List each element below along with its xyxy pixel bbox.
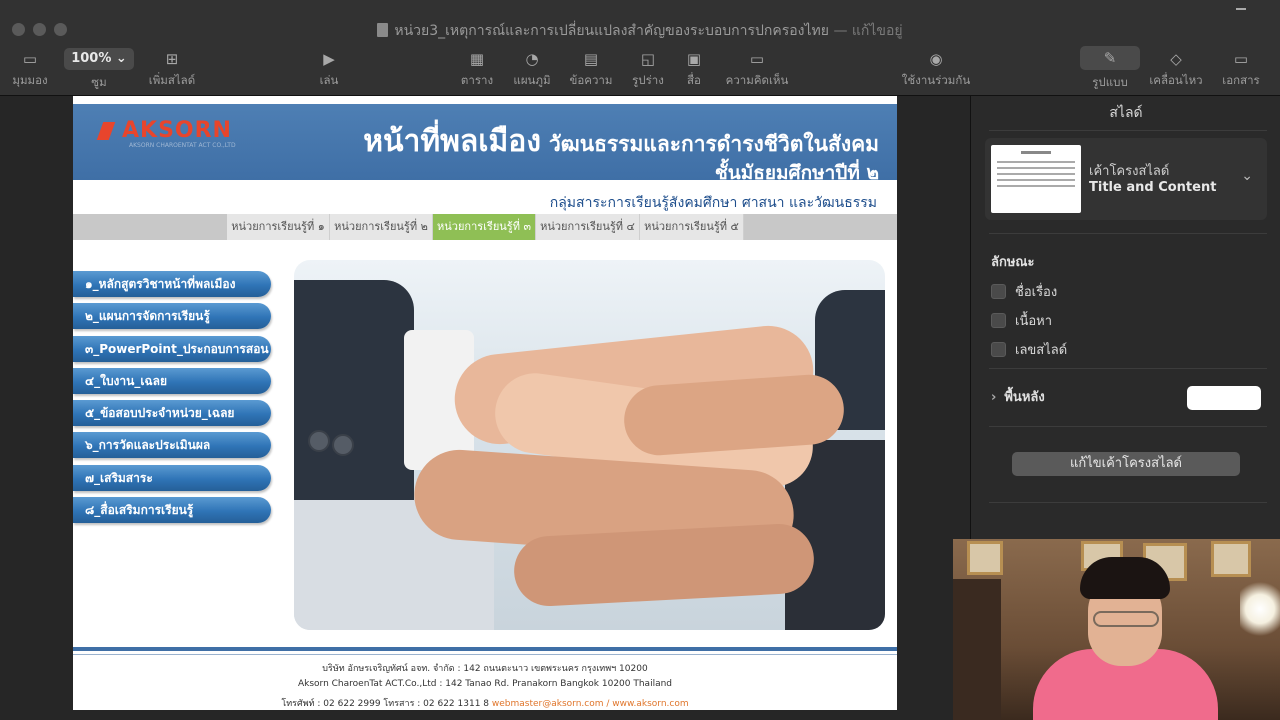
collaborate-icon: ◉ [929,50,943,68]
play-icon: ▶ [323,50,335,68]
play-button[interactable]: ▶ เล่น [308,44,350,96]
window-title: หน่วย3_เหตุการณ์และการเปลี่ยนแปลงสำคัญขอ… [0,20,1280,42]
slide-grade-level: ชั้นมัธยมศึกษาปีที่ ๒ [714,162,879,184]
sidebar-icon: ▭ [22,50,38,68]
unit-tab-bar: หน่วยการเรียนรู้ที่ ๑ หน่วยการเรียนรู้ที… [73,214,897,240]
toolbar: ▭ มุมมอง 100% ⌄ ซูม ⊞ เพิ่มสไลด์ ▶ เล่น … [0,44,1280,96]
chevron-down-icon: ⌄ [1241,168,1253,184]
chevron-right-icon: › [991,390,997,405]
menu-button-enrichment[interactable]: ๗_เสริมสาระ [73,465,271,491]
menu-button-powerpoint[interactable]: ๓_PowerPoint_ประกอบการสอน [73,336,271,362]
comment-button[interactable]: ▭ ความคิดเห็น [722,44,792,96]
zoom-select[interactable]: 100% ⌄ [64,48,134,70]
unit-tab-1[interactable]: หน่วยการเรียนรู้ที่ ๑ [227,214,330,240]
shape-icon: ◱ [640,50,656,68]
media-icon: ▣ [686,50,702,68]
layout-thumbnail [991,145,1081,213]
menu-button-curriculum[interactable]: ๑_หลักสูตรวิชาหน้าที่พลเมือง [73,271,271,297]
zoom-control[interactable]: 100% ⌄ ซูม [62,44,136,96]
comment-icon: ▭ [749,50,765,68]
unit-tab-3[interactable]: หน่วยการเรียนรู้ที่ ๓ [433,214,536,240]
footer-divider-thin [73,654,897,655]
hands-together-photo [294,260,885,630]
subject-group: กลุ่มสาระการเรียนรู้สังคมศึกษา ศาสนา และ… [549,195,877,211]
aksorn-logo: AKSORN [98,118,232,143]
chevron-down-icon: ⌄ [115,51,127,66]
document-panel-icon: ▭ [1233,50,1249,68]
webcam-overlay [953,539,1280,720]
format-button[interactable]: ✎ รูปแบบ [1078,44,1142,96]
body-checkbox[interactable]: เนื้อหา [991,310,1052,331]
footer-website-link[interactable]: webmaster@aksorn.com / www.aksorn.com [492,699,689,709]
background-color-swatch[interactable] [1187,386,1261,410]
footer-contact: โทรศัพท์ : 02 622 2999 โทรสาร : 02 622 1… [281,699,689,709]
unit-tab-2[interactable]: หน่วยการเรียนรู้ที่ ๒ [330,214,433,240]
document-name: หน่วย3_เหตุการณ์และการเปลี่ยนแปลงสำคัญขอ… [394,23,829,39]
appearance-heading: ลักษณะ [991,255,1035,270]
animate-button[interactable]: ◇ เคลื่อนไหว [1146,44,1206,96]
menu-button-media[interactable]: ๘_สื่อเสริมการเรียนรู้ [73,497,271,523]
background-disclosure[interactable]: › พื้นหลัง [991,386,1045,407]
shape-button[interactable]: ◱ รูปร่าง [626,44,670,96]
slide-layout-selector[interactable]: เค้าโครงสไลด์ Title and Content ⌄ [985,138,1267,220]
checkbox-icon [991,342,1006,357]
edit-slide-layout-button[interactable]: แก้ไขเค้าโครงสไลด์ [1012,452,1240,476]
diamond-icon: ◇ [1170,50,1182,68]
edited-status: — แก้ไขอยู่ [833,23,903,39]
chart-icon: ◔ [525,50,539,68]
layout-name: Title and Content [1089,180,1217,195]
chart-button[interactable]: ◔ แผนภูมิ [507,44,557,96]
layout-label: เค้าโครงสไลด์ [1089,164,1170,179]
slide[interactable]: AKSORN AKSORN CHAROENTAT ACT CO.,LTD หน้… [73,96,897,710]
view-button[interactable]: ▭ มุมมอง [8,44,52,96]
add-slide-icon: ⊞ [165,50,179,68]
logo-tagline: AKSORN CHAROENTAT ACT CO.,LTD [129,142,236,149]
paintbrush-icon: ✎ [1080,46,1140,70]
footer-address-th: บริษัท อักษรเจริญทัศน์ อจท. จำกัด : 142 … [322,664,648,674]
table-button[interactable]: ▦ ตาราง [456,44,498,96]
title-checkbox[interactable]: ชื่อเรื่อง [991,281,1057,302]
menu-button-lesson-plan[interactable]: ๒_แผนการจัดการเรียนรู้ [73,303,271,329]
checkbox-icon [991,284,1006,299]
document-button[interactable]: ▭ เอกสาร [1216,44,1266,96]
inspector-title: สไลด์ [1109,105,1143,121]
footer-divider [73,647,897,651]
add-slide-button[interactable]: ⊞ เพิ่มสไลด์ [142,44,202,96]
collaborate-button[interactable]: ◉ ใช้งานร่วมกัน [898,44,974,96]
minus-icon [1236,8,1246,10]
slide-number-checkbox[interactable]: เลขสไลด์ [991,339,1067,360]
document-icon [377,23,389,37]
menu-button-assessment[interactable]: ๖_การวัดและประเมินผล [73,432,271,458]
media-button[interactable]: ▣ สื่อ [678,44,710,96]
slide-canvas[interactable]: AKSORN AKSORN CHAROENTAT ACT CO.,LTD หน้… [0,96,970,720]
slide-header-banner: AKSORN AKSORN CHAROENTAT ACT CO.,LTD หน้… [73,104,897,184]
text-button[interactable]: ▤ ข้อความ [566,44,616,96]
unit-tab-4[interactable]: หน่วยการเรียนรู้ที่ ๔ [536,214,640,240]
menu-button-worksheet[interactable]: ๔_ใบงาน_เฉลย [73,368,271,394]
unit-tab-5[interactable]: หน่วยการเรียนรู้ที่ ๕ [640,214,744,240]
checkbox-icon [991,313,1006,328]
table-icon: ▦ [469,50,485,68]
keynote-window: หน่วย3_เหตุการณ์และการเปลี่ยนแปลงสำคัญขอ… [0,0,1280,720]
text-box-icon: ▤ [583,50,599,68]
title-bar: หน่วย3_เหตุการณ์และการเปลี่ยนแปลงสำคัญขอ… [0,0,1280,44]
menu-button-unit-test[interactable]: ๕_ข้อสอบประจำหน่วย_เฉลย [73,400,271,426]
footer-address-en: Aksorn CharoenTat ACT.Co.,Ltd : 142 Tana… [297,679,673,689]
